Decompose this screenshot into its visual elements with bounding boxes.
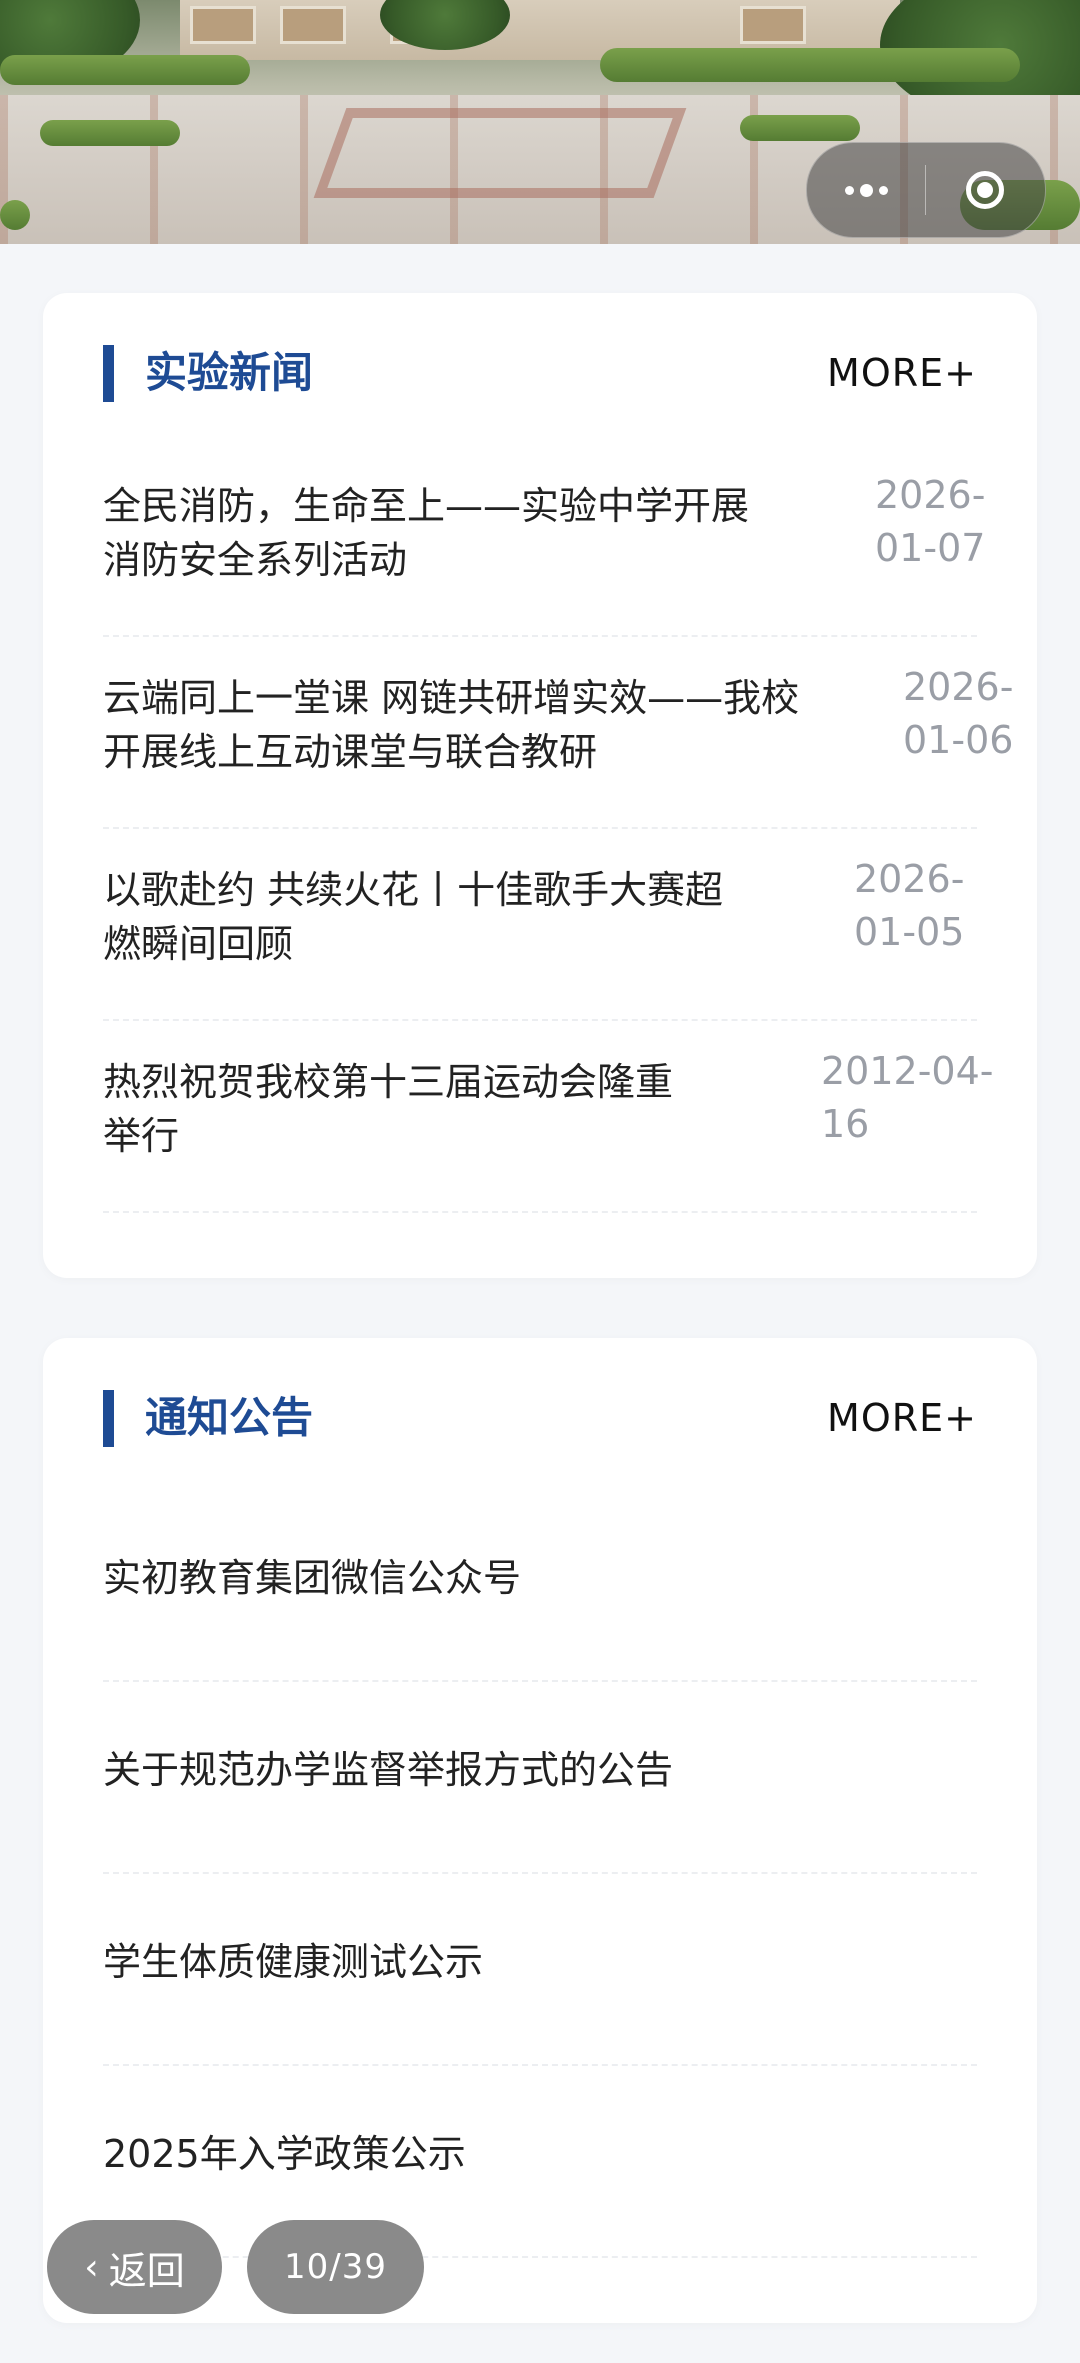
news-item-date: 2026- 01-07 (875, 473, 986, 570)
notice-card-header: 通知公告 MORE+ (103, 1388, 977, 1448)
news-item-title: 全民消防，生命至上——实验中学开展 消防安全系列活动 (103, 484, 750, 582)
news-item-title: 云端同上一堂课 网链共研增实效——我校 开展线上互动课堂与联合教研 (103, 676, 800, 774)
more-menu-button[interactable] (807, 143, 925, 237)
notice-section-title: 通知公告 (145, 1393, 314, 1442)
news-more-link[interactable]: MORE+ (827, 343, 977, 403)
news-list-item[interactable]: 热烈祝贺我校第十三届运动会隆重 举行 2012-04- 16 (103, 1019, 993, 1213)
notice-item-title: 关于规范办学监督举报方式的公告 (103, 1748, 674, 1792)
news-card: 实验新闻 MORE+ 全民消防，生命至上——实验中学开展 消防安全系列活动 202… (43, 293, 1037, 1278)
news-section-title: 实验新闻 (145, 348, 314, 397)
chevron-left-icon: ‹ (84, 2246, 99, 2288)
notice-item-title: 2025年入学政策公示 (103, 2132, 466, 2176)
notice-list-item[interactable]: 实初教育集团微信公众号 (103, 1488, 977, 1682)
back-button[interactable]: ‹ 返回 (47, 2220, 222, 2314)
target-circle-icon (966, 171, 1004, 209)
more-dots-icon (844, 183, 888, 197)
news-item-title: 热烈祝贺我校第十三届运动会隆重 举行 (103, 1060, 674, 1158)
news-item-date: 2012-04- 16 (821, 1049, 994, 1146)
news-item-date: 2026- 01-06 (903, 665, 1014, 762)
miniprogram-capsule (806, 142, 1046, 238)
news-item-title: 以歌赴约 共续火花丨十佳歌手大赛超 燃瞬间回顾 (103, 868, 724, 966)
notice-list-item[interactable]: 关于规范办学监督举报方式的公告 (103, 1680, 977, 1874)
news-item-date: 2026- 01-05 (854, 857, 965, 954)
notice-more-link[interactable]: MORE+ (827, 1388, 977, 1448)
page-indicator[interactable]: 10/39 (247, 2220, 424, 2314)
close-miniprogram-button[interactable] (926, 143, 1044, 237)
notice-item-title: 学生体质健康测试公示 (103, 1940, 484, 1984)
notice-card: 通知公告 MORE+ 实初教育集团微信公众号 关于规范办学监督举报方式的公告 学… (43, 1338, 1037, 2323)
news-list-item[interactable]: 云端同上一堂课 网链共研增实效——我校 开展线上互动课堂与联合教研 2026- 01… (103, 635, 1013, 829)
title-accent-bar (103, 1390, 114, 1447)
title-accent-bar (103, 345, 114, 402)
news-list-item[interactable]: 以歌赴约 共续火花丨十佳歌手大赛超 燃瞬间回顾 2026- 01-05 (103, 827, 977, 1021)
news-card-header: 实验新闻 MORE+ (103, 343, 977, 403)
back-button-label: 返回 (108, 2248, 185, 2293)
notice-list-item[interactable]: 2025年入学政策公示 (103, 2064, 977, 2258)
notice-item-title: 实初教育集团微信公众号 (103, 1556, 522, 1600)
notice-list-item[interactable]: 学生体质健康测试公示 (103, 1872, 977, 2066)
news-list-item[interactable]: 全民消防，生命至上——实验中学开展 消防安全系列活动 2026- 01-07 (103, 443, 985, 637)
